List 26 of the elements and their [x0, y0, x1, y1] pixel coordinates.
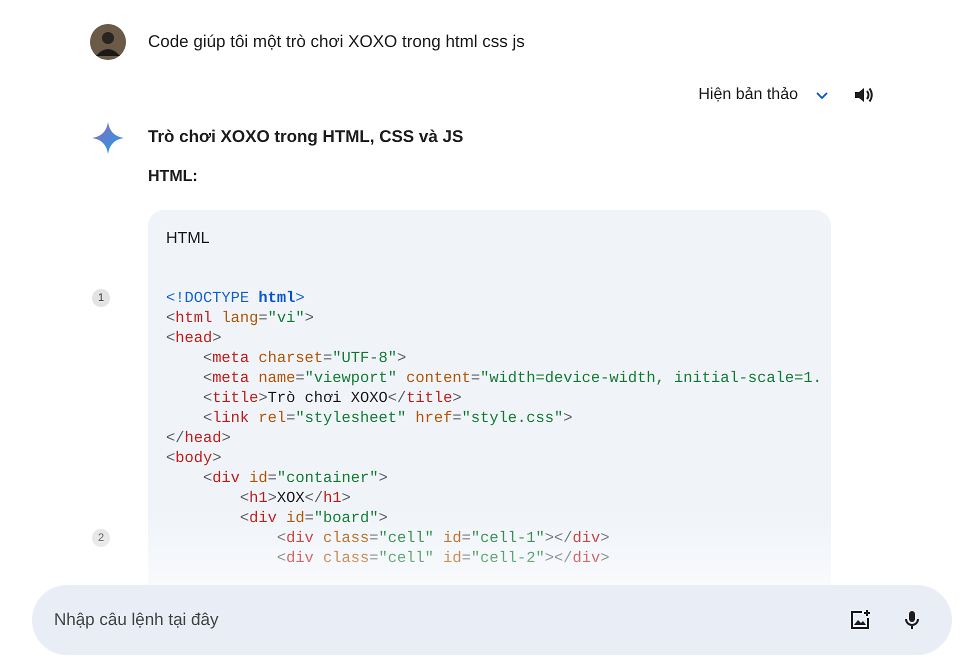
code-line: <div id="board">: [238, 508, 388, 528]
prompt-text: Code giúp tôi một trò chơi XOXO trong html css js: [148, 32, 525, 52]
code-line: <body>: [166, 448, 222, 468]
code-line: <meta charset="UTF-8">: [202, 348, 406, 368]
image-plus-icon: [848, 608, 872, 632]
code-line: <!DOCTYPE html>: [166, 288, 305, 308]
sparkle-icon: [92, 122, 124, 154]
prompt-input-field[interactable]: Nhập câu lệnh tại đây: [32, 585, 952, 655]
code-line: <head>: [166, 328, 222, 348]
code-line: <div id="container">: [202, 468, 388, 488]
code-line: <html lang="vi">: [166, 308, 314, 328]
code-language-label: HTML: [166, 230, 211, 248]
code-line: <h1>XOX</h1>: [238, 488, 351, 508]
response-title: Trò chơi XOXO trong HTML, CSS và JS: [148, 126, 464, 148]
user-avatar: [90, 24, 126, 60]
code-line: <link rel="stylesheet" href="style.css">: [202, 408, 572, 428]
code-line: <title>Trò chơi XOXO</title>: [202, 388, 462, 408]
citation-marker[interactable]: 2: [92, 529, 110, 547]
show-drafts-button[interactable]: Hiện bản thảo: [698, 82, 830, 108]
add-image-button[interactable]: [848, 608, 872, 632]
code-line: <div class="cell" id="cell-1"></div>: [276, 528, 610, 548]
citation-marker[interactable]: 1: [92, 289, 110, 307]
code-line: </head>: [166, 428, 231, 448]
section-heading: HTML:: [148, 168, 199, 186]
code-line: <div class="cell" id="cell-2"></div>: [276, 548, 610, 568]
code-line: <meta name="viewport" content="width=device-width, initial-scale=1.: [202, 368, 822, 388]
